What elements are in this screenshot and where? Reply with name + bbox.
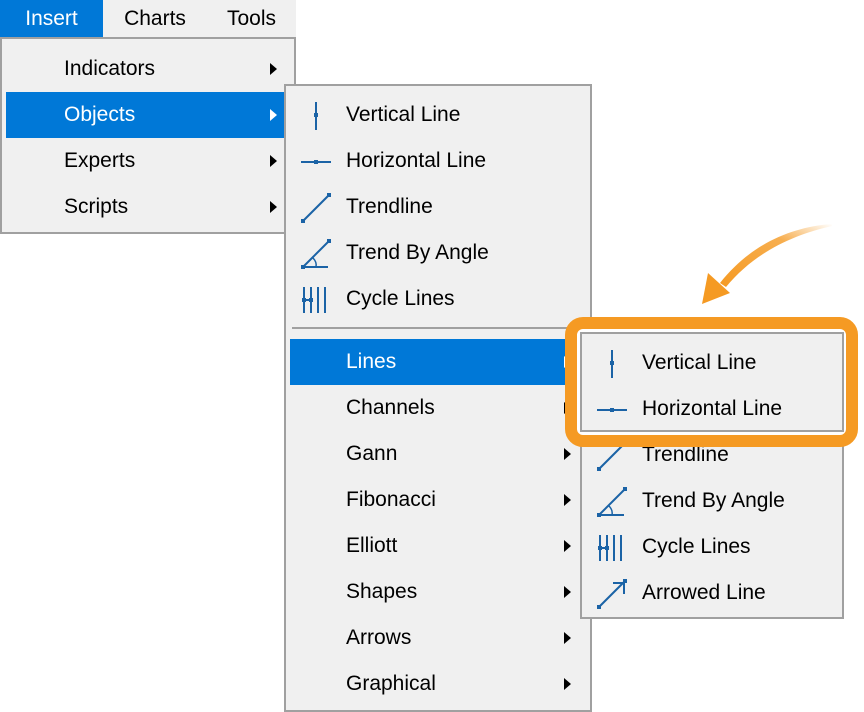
callout-arrow-icon <box>702 224 832 304</box>
horizontal-line-icon <box>301 160 331 164</box>
submenu-arrow-icon <box>270 63 277 75</box>
menu-item-experts[interactable]: Experts <box>6 138 290 184</box>
submenu-arrow-icon <box>270 201 277 213</box>
menu-item-label: Trend By Angle <box>346 241 489 264</box>
trend-by-angle-icon <box>597 487 627 517</box>
menu-item-cycle-lines[interactable]: Cycle Lines <box>290 276 586 322</box>
menu-item-vertical-line[interactable]: Vertical Line <box>290 92 586 138</box>
cycle-lines-icon <box>598 535 622 561</box>
menu-item-label: Vertical Line <box>642 351 757 374</box>
menu-item-label: Elliott <box>346 534 398 557</box>
menu-tools[interactable]: Tools <box>207 0 296 37</box>
trend-by-angle-icon <box>301 239 331 269</box>
menu-item-label: Cycle Lines <box>346 287 455 310</box>
menu-item-label: Experts <box>64 149 136 172</box>
cycle-lines-icon <box>302 287 326 313</box>
menu-item-arrowed-line[interactable]: Arrowed Line <box>586 570 838 616</box>
menu-item-graphical[interactable]: Graphical <box>290 661 586 707</box>
vertical-line-icon <box>610 350 614 378</box>
menu-separator <box>292 327 584 329</box>
menu-item-label: Trend By Angle <box>642 489 785 512</box>
menu-item-label: Gann <box>346 442 398 465</box>
menu-item-label: Graphical <box>346 672 436 695</box>
arrowed-line-icon <box>597 579 627 609</box>
submenu-arrow-icon <box>564 632 571 644</box>
menu-item-objects[interactable]: Objects <box>6 92 290 138</box>
submenu-arrow-icon <box>270 109 277 121</box>
objects-menu: Vertical Line Horizontal Line Trendline … <box>284 84 592 712</box>
menu-insert[interactable]: Insert <box>0 0 103 37</box>
menu-item-label: Horizontal Line <box>346 149 487 172</box>
menu-item-trendline[interactable]: Trendline <box>290 184 586 230</box>
menu-item-arrows[interactable]: Arrows <box>290 615 586 661</box>
menu-item-label: Trendline <box>346 195 433 218</box>
menu-bar: Insert Charts Tools <box>0 0 296 37</box>
menu-item-label: Arrowed Line <box>642 581 766 604</box>
menu-item-trend-by-angle[interactable]: Trend By Angle <box>586 478 838 524</box>
menu-item-elliott[interactable]: Elliott <box>290 523 586 569</box>
menu-item-indicators[interactable]: Indicators <box>6 46 290 92</box>
menu-item-channels[interactable]: Channels <box>290 385 586 431</box>
menu-item-label: Scripts <box>64 195 129 218</box>
menu-item-horizontal-line[interactable]: Horizontal Line <box>290 138 586 184</box>
submenu-arrow-icon <box>564 540 571 552</box>
submenu-arrow-icon <box>564 678 571 690</box>
menu-item-label: Indicators <box>64 57 156 80</box>
menu-item-label: Shapes <box>346 580 418 603</box>
menu-item-label: Channels <box>346 396 435 419</box>
menu-item-horizontal-line[interactable]: Horizontal Line <box>586 386 838 432</box>
menu-item-cycle-lines[interactable]: Cycle Lines <box>586 524 838 570</box>
menu-item-label: Arrows <box>346 626 412 649</box>
menu-item-label: Cycle Lines <box>642 535 751 558</box>
submenu-arrow-icon <box>564 494 571 506</box>
menu-item-lines[interactable]: Lines <box>290 339 586 385</box>
submenu-arrow-icon <box>564 448 571 460</box>
submenu-arrow-icon <box>270 155 277 167</box>
callout-highlight: Vertical Line Horizontal Line <box>565 317 858 447</box>
menu-item-fibonacci[interactable]: Fibonacci <box>290 477 586 523</box>
lines-menu-highlighted: Vertical Line Horizontal Line <box>580 332 844 432</box>
menu-item-vertical-line[interactable]: Vertical Line <box>586 340 838 386</box>
submenu-arrow-icon <box>564 586 571 598</box>
menu-item-scripts[interactable]: Scripts <box>6 184 290 230</box>
menu-item-label: Lines <box>346 350 397 373</box>
insert-menu: Indicators Objects Experts Scripts <box>0 37 296 234</box>
menu-charts[interactable]: Charts <box>103 0 207 37</box>
menu-item-trend-by-angle[interactable]: Trend By Angle <box>290 230 586 276</box>
menu-item-label: Objects <box>64 103 136 126</box>
vertical-line-icon <box>314 102 318 130</box>
horizontal-line-icon <box>597 408 627 412</box>
menu-item-label: Horizontal Line <box>642 397 783 420</box>
menu-item-label: Vertical Line <box>346 103 461 126</box>
menu-item-gann[interactable]: Gann <box>290 431 586 477</box>
menu-item-label: Fibonacci <box>346 488 436 511</box>
menu-item-shapes[interactable]: Shapes <box>290 569 586 615</box>
trendline-icon <box>301 193 331 223</box>
